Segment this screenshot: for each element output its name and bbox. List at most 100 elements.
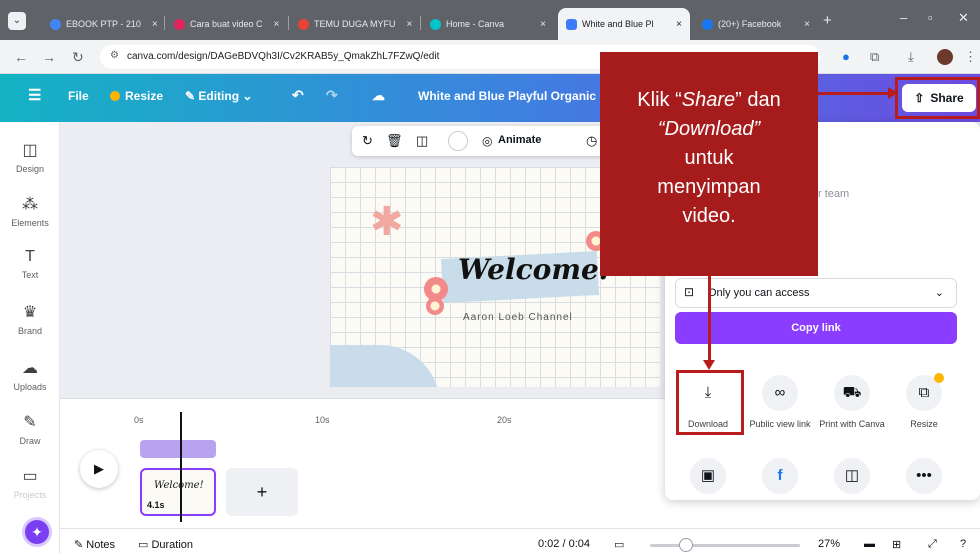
minimize-button[interactable]: – <box>900 10 907 25</box>
add-people-input[interactable]: r team <box>818 188 849 200</box>
browser-menu-icon[interactable]: ⋮ <box>964 49 977 65</box>
timeline-clip[interactable]: Welcome! 4.1s <box>140 468 216 516</box>
sidebar-item-elements[interactable]: ⁂ Elements <box>0 194 60 228</box>
play-button[interactable]: ▶ <box>80 450 118 488</box>
chevron-down-icon: ⌄ <box>239 89 253 103</box>
text-icon: T <box>25 248 35 265</box>
help-icon[interactable]: ? <box>960 538 966 550</box>
share-option-label: Public view link <box>749 419 811 429</box>
url-text: canva.com/design/DAGeBDVQh3I/Cv2KRAB5y_Q… <box>127 51 440 62</box>
screen-icon[interactable]: ▭ <box>614 538 624 551</box>
site-info-icon[interactable]: ⚙ <box>110 50 119 61</box>
add-page-button[interactable]: + <box>226 468 298 516</box>
tab-divider <box>420 16 421 30</box>
design-title[interactable]: White and Blue Playful Organic Cha <box>418 89 622 103</box>
share-option-more[interactable]: ••• <box>889 458 959 494</box>
tab-close-icon[interactable]: × <box>146 19 158 30</box>
share-option-canva-app[interactable]: ▣ <box>673 458 743 494</box>
share-option-template[interactable]: ◫ <box>817 458 887 494</box>
callout-line-4: menyimpan <box>657 176 761 198</box>
notes-icon: ✎ <box>74 539 87 551</box>
sidebar-item-draw[interactable]: ✎ Draw <box>0 412 60 446</box>
share-option-facebook[interactable]: f <box>745 458 815 494</box>
maximize-button[interactable]: ▫ <box>928 10 933 25</box>
time-readout: 0:02 / 0:04 <box>538 538 590 550</box>
access-dropdown[interactable]: ⊡ Only you can access ⌄ <box>675 278 957 308</box>
sidebar-item-projects[interactable]: ▭ Projects <box>0 466 60 500</box>
magic-sparkle-icon[interactable]: ✦ <box>22 517 52 547</box>
browser-tab[interactable]: TEMU DUGA MYFU × <box>290 8 418 40</box>
share-option-label: Resize <box>910 419 938 429</box>
blue-blob-shape <box>330 345 440 387</box>
canvas-title[interactable]: Welcome! <box>458 253 611 286</box>
undo-icon[interactable]: ↶ <box>292 87 304 104</box>
duration-button[interactable]: ▭ Duration <box>138 538 193 551</box>
reload-icon[interactable]: ↻ <box>72 49 84 66</box>
sidebar-item-design[interactable]: ◫ Design <box>0 140 60 174</box>
back-arrow-icon[interactable]: ← <box>14 49 28 65</box>
editing-mode-dropdown[interactable]: ✎ Editing ⌄ <box>185 89 252 103</box>
browser-tab-active[interactable]: White and Blue Pl × <box>558 8 690 40</box>
browser-tab[interactable]: (20+) Facebook × <box>694 8 818 40</box>
browser-tab[interactable]: Cara buat video C × <box>166 8 286 40</box>
share-option-public-view-link[interactable]: ∞ Public view link <box>745 375 815 429</box>
cloud-saved-icon[interactable]: ☁ <box>372 88 385 104</box>
split-icon[interactable]: ◫ <box>416 133 428 149</box>
callout-line-3: untuk <box>684 147 734 169</box>
premium-badge-icon <box>934 373 944 383</box>
tab-title: White and Blue Pl <box>582 19 654 29</box>
share-highlight-box <box>895 77 980 119</box>
extensions-puzzle-icon[interactable]: ⧉ <box>870 49 879 65</box>
timing-clock-icon[interactable]: ◷ <box>586 133 597 149</box>
tab-close-icon[interactable]: × <box>670 19 682 30</box>
grid-view-icon[interactable]: ⊞ <box>892 538 901 551</box>
forward-arrow-icon[interactable]: → <box>42 49 56 65</box>
zoom-slider-track[interactable] <box>650 544 800 547</box>
page-view-icon[interactable]: ▬ <box>864 538 875 550</box>
tab-close-icon[interactable]: × <box>268 19 280 30</box>
sidebar-item-brand[interactable]: ♛ Brand <box>0 302 60 336</box>
file-menu[interactable]: File <box>68 89 89 103</box>
elements-icon: ⁂ <box>22 196 38 213</box>
duration-label: Duration <box>151 539 194 551</box>
canvas-subtitle[interactable]: Aaron Loeb Channel <box>463 312 573 323</box>
browser-tab[interactable]: EBOOK PTP - 210 × <box>42 8 162 40</box>
profile-avatar[interactable] <box>937 49 953 65</box>
extension-icon[interactable]: ● <box>842 49 850 64</box>
redo-icon[interactable]: ↷ <box>326 87 338 104</box>
sidebar-item-uploads[interactable]: ☁ Uploads <box>0 358 60 392</box>
copy-link-button[interactable]: Copy link <box>675 312 957 344</box>
zoom-level[interactable]: 27% <box>818 538 840 550</box>
zoom-slider-knob[interactable] <box>679 538 693 552</box>
new-tab-button[interactable]: + <box>823 12 832 29</box>
print-truck-icon: ⛟ <box>834 375 870 411</box>
tab-title: Home - Canva <box>446 19 505 29</box>
bottom-bar <box>60 528 980 554</box>
notes-button[interactable]: ✎ Notes <box>74 538 115 551</box>
hamburger-menu-icon[interactable]: ☰ <box>28 86 41 104</box>
uploads-icon: ☁ <box>22 360 38 377</box>
delete-icon[interactable]: 🗑 <box>386 133 403 149</box>
audio-track-strip[interactable] <box>140 440 216 458</box>
sidebar-item-text[interactable]: T Text <box>0 248 60 280</box>
tab-search-icon[interactable]: ⌄ <box>8 12 26 30</box>
color-swatch[interactable] <box>448 131 468 151</box>
downloads-icon[interactable]: ⤓ <box>908 49 914 65</box>
tab-close-icon[interactable]: × <box>534 19 546 30</box>
canva-app-icon: ▣ <box>690 458 726 494</box>
address-bar-row: ← → ↻ ⚙ canva.com/design/DAGeBDVQh3I/Cv2… <box>0 40 980 74</box>
callout-text: Klik “ <box>637 89 682 111</box>
add-comment-icon[interactable]: ↻ <box>362 133 373 149</box>
share-option-resize[interactable]: ⧉ Resize <box>889 373 959 429</box>
browser-tab[interactable]: Home - Canva × <box>422 8 554 40</box>
close-window-button[interactable]: ✕ <box>958 10 969 26</box>
tab-close-icon[interactable]: × <box>401 19 413 30</box>
tab-close-icon[interactable]: × <box>798 19 810 30</box>
animate-button[interactable]: Animate <box>498 134 541 146</box>
playhead[interactable] <box>180 412 182 522</box>
share-option-print[interactable]: ⛟ Print with Canva <box>817 375 887 429</box>
resize-menu[interactable]: Resize <box>110 89 163 103</box>
fullscreen-icon[interactable]: ⤢ <box>928 538 937 551</box>
link-icon: ∞ <box>762 375 798 411</box>
access-label: Only you can access <box>708 287 810 299</box>
